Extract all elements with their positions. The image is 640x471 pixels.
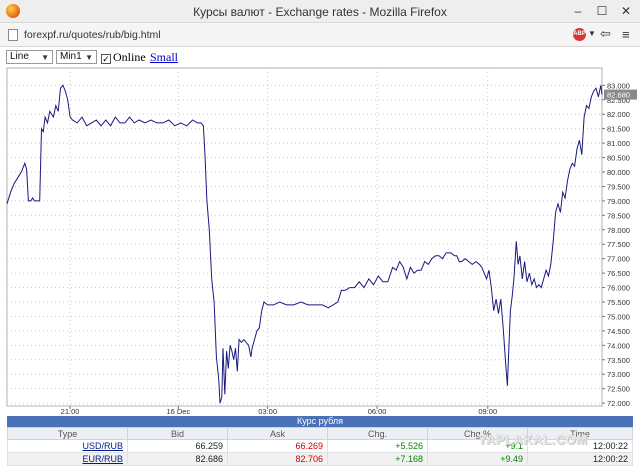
- plot-area: [6, 67, 603, 407]
- pair-link[interactable]: EUR/RUB: [82, 454, 123, 464]
- y-tick-label: 73.000: [607, 370, 630, 379]
- y-tick-label: 77.500: [607, 240, 630, 249]
- online-label: Online: [113, 50, 146, 64]
- dropdown-icon[interactable]: ▼: [588, 29, 596, 38]
- x-tick-label: 06:00: [368, 407, 387, 416]
- chg-cell: +5.526: [327, 439, 428, 453]
- maximize-button[interactable]: ☐: [590, 2, 614, 20]
- chevron-down-icon: ▼: [85, 53, 93, 62]
- x-tick-label: 03:00: [258, 407, 277, 416]
- y-tick-label: 76.000: [607, 284, 630, 293]
- x-tick-label: 21:00: [61, 407, 80, 416]
- pair-cell[interactable]: USD/RUB: [7, 439, 128, 453]
- bid-cell: 82.686: [127, 452, 228, 466]
- y-tick-label: 75.500: [607, 298, 630, 307]
- interval-select[interactable]: Min1 ▼: [56, 50, 97, 64]
- y-tick-label: 79.000: [607, 197, 630, 206]
- chg-pct-cell: +9.49: [427, 452, 528, 466]
- time-cell: 12:00:22: [527, 452, 633, 466]
- ask-cell: 66.269: [227, 439, 328, 453]
- y-tick-label: 78.500: [607, 211, 630, 220]
- y-tick-label: 79.500: [607, 182, 630, 191]
- col-chg: Chg.: [327, 427, 428, 440]
- y-tick-label: 83.000: [607, 81, 630, 90]
- y-tick-label: 76.500: [607, 269, 630, 278]
- bid-cell: 66.259: [127, 439, 228, 453]
- back-arrow-icon[interactable]: ⇦: [600, 26, 611, 42]
- y-tick-label: 72.500: [607, 385, 630, 394]
- y-tick-label: 81.500: [607, 125, 630, 134]
- col-bid: Bid: [127, 427, 228, 440]
- table-row: EUR/RUB 82.686 82.706 +7.168 +9.49 12:00…: [7, 452, 633, 466]
- interval-value: Min1: [60, 51, 82, 62]
- col-ask: Ask: [227, 427, 328, 440]
- pair-cell[interactable]: EUR/RUB: [7, 452, 128, 466]
- y-tick-label: 81.000: [607, 139, 630, 148]
- minimize-button[interactable]: –: [566, 2, 590, 20]
- online-toggle[interactable]: ✓ Online: [101, 50, 146, 65]
- address-bar[interactable]: forexpf.ru/quotes/rub/big.html ABP ▼ ⇦ ≡: [0, 23, 640, 47]
- x-tick-label: 09:00: [478, 407, 497, 416]
- adblock-icon[interactable]: ABP: [573, 28, 586, 41]
- rate-chart: 72.000 72.500 73.000 73.500 74.000 74.500 75.0…: [0, 66, 640, 416]
- y-tick-label: 80.000: [607, 168, 630, 177]
- window-title: Курсы валют - Exchange rates - Mozilla F…: [193, 5, 447, 19]
- y-tick-label: 74.000: [607, 341, 630, 350]
- y-tick-label: 78.000: [607, 226, 630, 235]
- rate-chart-svg: 72.000 72.500 73.000 73.500 74.000 74.500 75.0…: [6, 67, 637, 416]
- menu-icon[interactable]: ≡: [622, 27, 630, 42]
- ask-cell: 82.706: [227, 452, 328, 466]
- x-tick-label: 16 Dec: [166, 407, 190, 416]
- y-tick-label: 82.000: [607, 110, 630, 119]
- y-tick-label: 74.500: [607, 327, 630, 336]
- current-value-label: 82.680: [607, 91, 630, 100]
- close-button[interactable]: ✕: [614, 2, 638, 20]
- y-tick-label: 72.000: [607, 399, 630, 408]
- y-tick-label: 77.000: [607, 255, 630, 264]
- y-tick-label: 75.000: [607, 312, 630, 321]
- y-tick-label: 80.500: [607, 154, 630, 163]
- col-type: Type: [7, 427, 128, 440]
- small-link[interactable]: Small: [150, 50, 178, 65]
- url-text[interactable]: forexpf.ru/quotes/rub/big.html: [24, 29, 161, 41]
- y-tick-label: 73.500: [607, 356, 630, 365]
- page-icon: [8, 29, 18, 41]
- chart-type-select[interactable]: Line ▼: [6, 50, 53, 64]
- window-title-bar: Курсы валют - Exchange rates - Mozilla F…: [0, 0, 640, 23]
- watermark: YAPLAKAL.COM: [478, 432, 588, 447]
- pair-link[interactable]: USD/RUB: [82, 441, 123, 451]
- chevron-down-icon: ▼: [41, 53, 49, 62]
- chart-type-value: Line: [10, 51, 29, 62]
- chart-controls: Line ▼ Min1 ▼ ✓ Online Small: [0, 48, 640, 66]
- rates-caption: Курс рубля: [7, 416, 633, 427]
- online-checkbox[interactable]: ✓: [101, 54, 111, 64]
- chg-cell: +7.168: [327, 452, 428, 466]
